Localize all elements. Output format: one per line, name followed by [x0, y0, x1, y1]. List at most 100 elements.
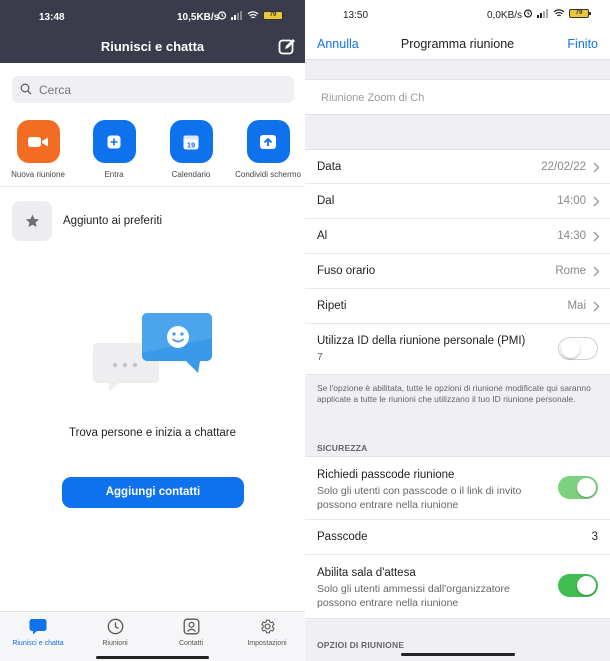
battery-icon: 79: [569, 8, 591, 18]
require-passcode-sub: Solo gli utenti con passcode o il link d…: [317, 485, 522, 511]
home-indicator[interactable]: [401, 653, 515, 656]
tab-label: Riunioni: [102, 640, 128, 647]
calendar-label: Calendario: [171, 170, 211, 179]
calendar-button[interactable]: 19 Calendario: [156, 120, 226, 179]
row-label: Data: [317, 161, 342, 173]
toggle-knob: [561, 339, 580, 358]
new-meeting-button[interactable]: Nuova riunione: [3, 120, 73, 179]
signal-icon: [231, 10, 242, 20]
signal-icon: [537, 8, 548, 18]
share-screen-button[interactable]: Condividi schermo: [233, 120, 303, 179]
video-camera-icon: [16, 120, 60, 163]
tab-meet-chat[interactable]: Riunisci e chatta: [0, 618, 76, 647]
network-speed: 10,5KB/s: [177, 12, 220, 23]
end-time-row[interactable]: Al 14:30: [305, 219, 610, 254]
share-screen-label: Condividi schermo: [235, 170, 301, 179]
row-label: Ripeti: [317, 300, 347, 312]
waiting-room-label: Abilita sala d'attesa: [317, 567, 416, 579]
date-row[interactable]: Data 22/02/22: [305, 149, 610, 184]
starred-contacts-item[interactable]: [12, 201, 52, 241]
plus-icon: [92, 120, 136, 163]
pmi-row: Utilizza ID della riunione personale (PM…: [305, 324, 610, 375]
timezone-row[interactable]: Fuso orario Rome: [305, 254, 610, 289]
schedule-meeting-screen: 13:50 0,0KB/s 79 Annulla Programma riuni…: [305, 0, 610, 661]
waiting-room-toggle[interactable]: [558, 574, 598, 597]
chevron-right-icon: [593, 196, 600, 207]
page-title: Programma riunione: [400, 37, 515, 51]
gear-icon: [260, 619, 275, 634]
start-time-row[interactable]: Dal 14:00: [305, 184, 610, 219]
status-bar: 13:50 0,0KB/s 79: [305, 0, 610, 30]
search-input[interactable]: Cerca: [12, 76, 294, 103]
wifi-icon: [247, 10, 259, 18]
calendar-day: 19: [187, 140, 195, 149]
toggle-knob: [577, 478, 596, 497]
row-value: 22/02/22: [541, 161, 586, 173]
empty-state-text: Trova persone e inizia a chattare: [68, 427, 237, 439]
chevron-right-icon: [593, 231, 600, 242]
star-icon: [25, 214, 39, 228]
compose-icon[interactable]: [277, 37, 297, 57]
network-speed: 0,0KB/s: [487, 10, 523, 21]
repeat-row[interactable]: Ripeti Mai: [305, 289, 610, 324]
chevron-right-icon: [593, 162, 600, 173]
security-section-header: SICUREZZA: [317, 443, 368, 453]
require-passcode-row: Richiedi passcode riunione Solo gli uten…: [305, 456, 610, 520]
status-icons: 79: [523, 8, 591, 18]
tab-contacts[interactable]: Contatti: [153, 618, 229, 647]
require-passcode-label: Richiedi passcode riunione: [317, 469, 455, 481]
row-label: Passcode: [317, 531, 368, 543]
row-value: 14:30: [557, 230, 586, 242]
alarm-icon: [523, 9, 533, 18]
new-meeting-label: Nuova riunione: [11, 170, 65, 179]
chevron-right-icon: [593, 266, 600, 277]
chat-bubble-icon: [29, 619, 47, 635]
meeting-topic-value: Riunione Zoom di Ch: [321, 92, 425, 104]
divider: [0, 186, 305, 187]
tab-label: Impostazioni: [247, 640, 287, 647]
chevron-right-icon: [593, 301, 600, 312]
contact-card-icon: [183, 618, 199, 635]
toggle-knob: [577, 576, 596, 595]
calendar-icon: 19: [169, 120, 213, 163]
pmi-id: 7: [317, 351, 323, 363]
status-bar: 13:48 10,5KB/s 79: [0, 0, 305, 34]
waiting-room-sub: Solo gli utenti ammessi dall'organizzato…: [317, 583, 510, 609]
passcode-value: 3: [591, 531, 598, 543]
status-time: 13:48: [39, 12, 65, 23]
join-button[interactable]: Entra: [79, 120, 149, 179]
nav-bar: Annulla Programma riunione Finito: [305, 30, 610, 60]
tab-meetings[interactable]: Riunioni: [77, 618, 153, 647]
join-label: Entra: [104, 170, 124, 179]
waiting-room-row: Abilita sala d'attesa Solo gli utenti am…: [305, 555, 610, 619]
pmi-toggle[interactable]: [558, 337, 598, 360]
row-value: 14:00: [557, 195, 586, 207]
passcode-row[interactable]: Passcode 3: [305, 520, 610, 555]
search-placeholder: Cerca: [39, 83, 72, 97]
tab-settings[interactable]: Impostazioni: [229, 618, 305, 647]
starred-label: Aggiunto ai preferiti: [63, 215, 163, 227]
row-label: Dal: [317, 195, 335, 207]
meeting-options-section-header: OPZIOI DI RIUNIONE: [317, 640, 405, 650]
done-button[interactable]: Finito: [567, 37, 598, 51]
row-label: Fuso orario: [317, 265, 376, 277]
zoom-home-screen: 13:48 10,5KB/s 79 Riunisci e chatta Cerc…: [0, 0, 305, 661]
bottom-tab-bar: Riunisci e chatta Riunioni Contatti Impo…: [0, 611, 305, 661]
tab-label: Riunisci e chatta: [12, 640, 64, 647]
tab-label: Contatti: [178, 640, 204, 647]
pmi-label: Utilizza ID della riunione personale (PM…: [317, 335, 526, 347]
page-title: Riunisci e chatta: [100, 39, 205, 54]
row-label: Al: [317, 230, 328, 242]
wifi-icon: [553, 8, 565, 16]
chat-bubbles-illustration: [93, 313, 212, 392]
require-passcode-toggle[interactable]: [558, 476, 598, 499]
pmi-note: Se l'opzione è abilitata, tutte le opzio…: [317, 383, 591, 404]
upload-arrow-icon: [246, 120, 290, 163]
home-indicator[interactable]: [96, 656, 209, 659]
status-time: 13:50: [343, 10, 369, 21]
row-value: Mai: [567, 300, 586, 312]
add-contacts-button[interactable]: Aggiungi contatti: [62, 477, 244, 508]
meeting-topic-field[interactable]: Riunione Zoom di Ch: [305, 79, 610, 115]
status-icons: 79: [217, 10, 285, 20]
battery-icon: 79: [263, 10, 285, 20]
